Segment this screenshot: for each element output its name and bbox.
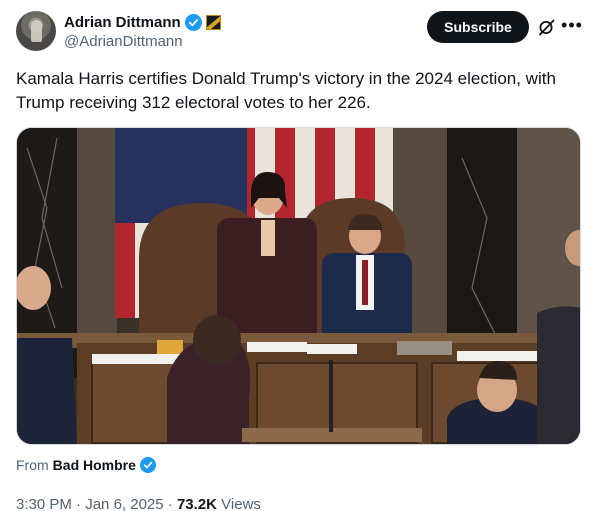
views-label[interactable]: Views xyxy=(221,496,261,511)
author-name-row: Adrian Dittmann xyxy=(64,12,221,32)
verified-badge-icon[interactable] xyxy=(139,457,156,473)
tweet-time[interactable]: 3:30 PM xyxy=(16,496,72,511)
author-avatar[interactable] xyxy=(16,11,56,51)
affiliate-badge-icon[interactable] xyxy=(205,14,221,30)
author-handle[interactable]: @AdrianDittmann xyxy=(64,33,183,50)
source-attribution: From Bad Hombre xyxy=(16,457,156,473)
author-display-name[interactable]: Adrian Dittmann xyxy=(64,14,181,31)
verified-badge-icon[interactable] xyxy=(184,13,202,31)
meta-separator: · xyxy=(167,496,173,511)
views-count[interactable]: 73.2K xyxy=(177,496,217,511)
more-options-icon[interactable]: ••• xyxy=(561,14,583,38)
meta-separator: · xyxy=(76,496,82,511)
tweet-text: Kamala Harris certifies Donald Trump's v… xyxy=(16,69,556,112)
source-account-link[interactable]: Bad Hombre xyxy=(53,457,136,473)
grok-icon[interactable] xyxy=(537,17,557,37)
tweet-date[interactable]: Jan 6, 2025 xyxy=(85,496,163,511)
tweet-metadata: 3:30 PM · Jan 6, 2025 · 73.2K Views xyxy=(16,496,261,511)
tweet-media-image[interactable] xyxy=(16,127,581,445)
capitol-scene-image xyxy=(17,128,580,444)
source-attribution-prefix: From xyxy=(16,457,49,473)
subscribe-button[interactable]: Subscribe xyxy=(427,11,529,43)
